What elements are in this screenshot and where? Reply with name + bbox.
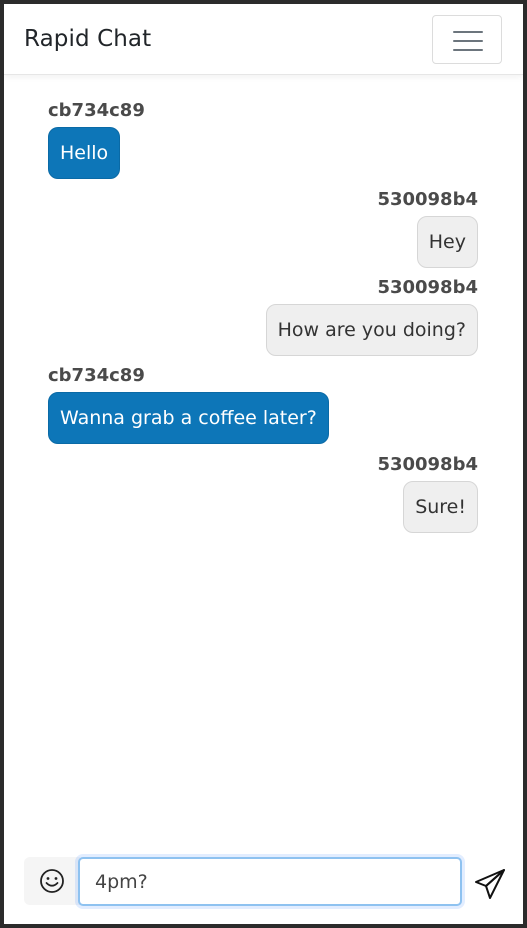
smiley-face-icon: [40, 869, 64, 893]
message-item: cb734c89 Hello: [48, 100, 478, 179]
navbar: Rapid Chat: [4, 4, 523, 75]
message-item: 530098b4 How are you doing?: [48, 277, 478, 356]
message-sender: 530098b4: [377, 454, 478, 475]
message-list: cb734c89 Hello 530098b4 Hey 530098b4 How are …: [48, 100, 478, 542]
message-bubble: Hey: [416, 216, 478, 268]
menu-toggle-button[interactable]: [432, 15, 502, 64]
message-sender: cb734c89: [48, 100, 145, 121]
message-sender: 530098b4: [377, 189, 478, 210]
message-bubble: Wanna grab a coffee later?: [48, 392, 329, 444]
message-input[interactable]: [78, 857, 462, 906]
paper-plane-icon: [475, 869, 505, 899]
message-item: 530098b4 Hey: [48, 189, 478, 268]
app-title[interactable]: Rapid Chat: [24, 26, 151, 52]
app-window: Rapid Chat cb734c89 Hello 530098b4 Hey 53009…: [4, 4, 523, 924]
message-item: 530098b4 Sure!: [48, 454, 478, 533]
message-bubble: Hello: [48, 127, 121, 179]
message-item: cb734c89 Wanna grab a coffee later?: [48, 365, 478, 444]
message-bubble: Sure!: [403, 481, 478, 533]
message-sender: 530098b4: [377, 277, 478, 298]
emoji-button[interactable]: [24, 857, 80, 905]
message-composer: [24, 857, 509, 907]
message-sender: cb734c89: [48, 365, 145, 386]
message-bubble: How are you doing?: [265, 304, 478, 356]
send-button[interactable]: [471, 865, 509, 903]
